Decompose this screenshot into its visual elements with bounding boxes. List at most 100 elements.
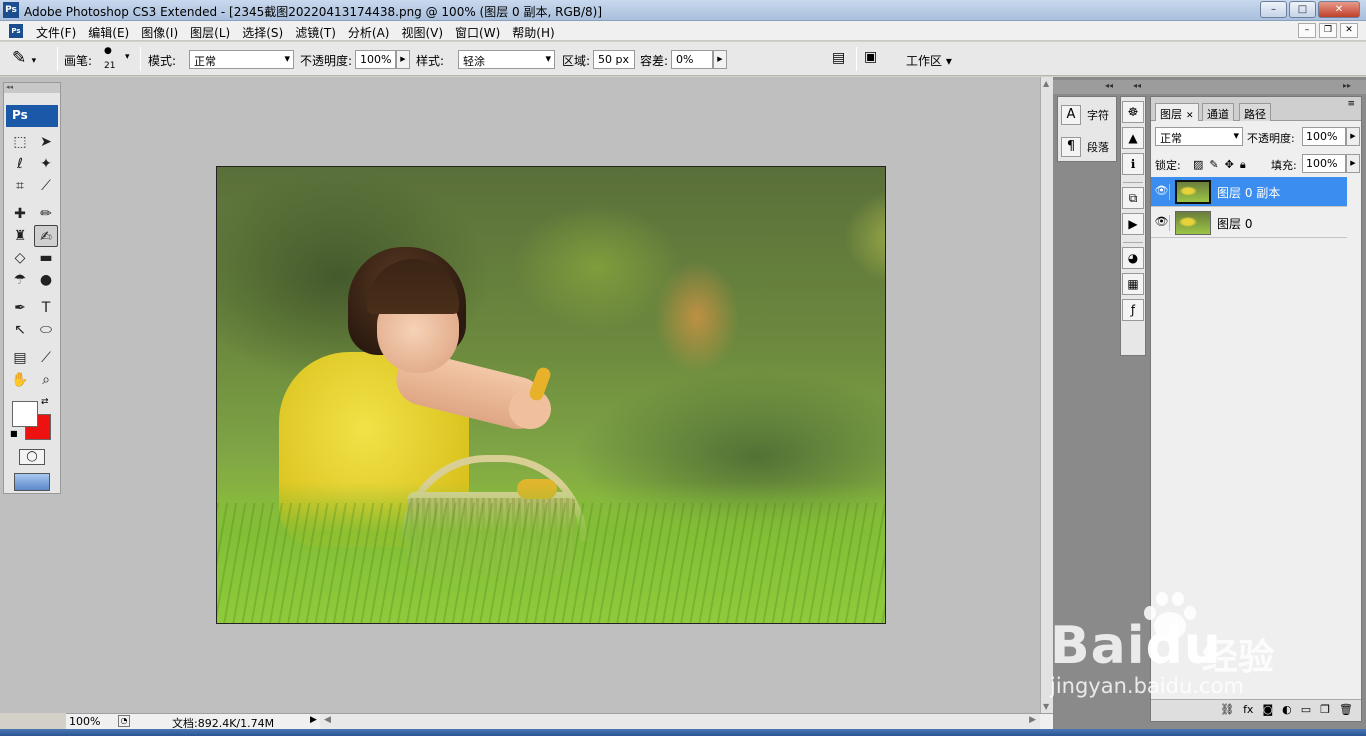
histogram-icon[interactable]: ▲ (1122, 127, 1144, 149)
lock-all-icon[interactable]: 🔒︎ (1240, 158, 1246, 172)
type-tool-icon[interactable]: T (34, 297, 58, 319)
maximize-button[interactable]: □ (1289, 1, 1316, 18)
opacity-input[interactable]: 100% (355, 50, 396, 69)
tab-layers[interactable]: 图层 ✕ (1155, 103, 1199, 121)
zoom-level[interactable]: 100% (69, 715, 100, 728)
scroll-right-icon[interactable]: ▶ (1029, 715, 1036, 725)
close-tab-icon[interactable]: ✕ (1186, 111, 1194, 121)
status-preview-icon[interactable]: ◔ (118, 715, 130, 727)
menu-layer[interactable]: 图层(L) (184, 24, 236, 41)
navigator-icon[interactable]: ☸ (1122, 101, 1144, 123)
eraser-tool-icon[interactable]: ◇ (8, 247, 32, 269)
layer-opacity-slider-button[interactable]: ▶ (1346, 127, 1360, 146)
lock-pixels-icon[interactable]: ✎ (1209, 158, 1218, 172)
marquee-tool-icon[interactable]: ⬚ (8, 131, 32, 153)
lasso-tool-icon[interactable]: ℓ (8, 153, 32, 175)
healing-brush-tool-icon[interactable]: ✚ (8, 203, 32, 225)
eyedropper-tool-icon[interactable]: ⟋ (34, 347, 58, 369)
move-tool-icon[interactable]: ➤ (34, 131, 58, 153)
zoom-tool-icon[interactable]: ⌕ (34, 369, 58, 391)
dodge-tool-icon[interactable]: ● (34, 269, 58, 291)
document-icon[interactable]: Ps (9, 24, 23, 38)
color-icon[interactable]: ◕ (1122, 247, 1144, 269)
menu-select[interactable]: 选择(S) (236, 24, 289, 41)
close-button[interactable]: ✕ (1318, 1, 1360, 18)
doc-restore-button[interactable]: ❐ (1319, 23, 1337, 38)
dock2-collapse-icon[interactable]: ◂◂ (1133, 81, 1141, 90)
lock-position-icon[interactable]: ✥ (1225, 158, 1234, 172)
notes-tool-icon[interactable]: ▤ (8, 347, 32, 369)
default-colors-icon[interactable]: ■ (10, 429, 18, 438)
bridge-icon[interactable]: ▣ (864, 49, 877, 65)
fill-input[interactable]: 100% (1302, 154, 1346, 173)
layer-row-base[interactable]: 👁︎ 图层 0 (1151, 208, 1347, 238)
hand-tool-icon[interactable]: ✋ (8, 369, 32, 391)
path-selection-tool-icon[interactable]: ↖ (8, 319, 32, 341)
palette-well-icon[interactable]: ▤ (832, 50, 845, 66)
doc-close-button[interactable]: ✕ (1340, 23, 1358, 38)
tolerance-slider-button[interactable]: ▶ (713, 50, 727, 69)
scroll-down-icon[interactable]: ▼ (1043, 702, 1049, 711)
doc-minimize-button[interactable]: – (1298, 23, 1316, 38)
brush-picker-chevron-icon[interactable]: ▾ (125, 52, 130, 62)
menu-file[interactable]: 文件(F) (30, 24, 82, 41)
clone-stamp-tool-icon[interactable]: ♜ (8, 225, 32, 247)
screen-mode-button[interactable] (14, 473, 50, 491)
blend-mode-select[interactable]: 正常 (1155, 127, 1243, 146)
dock-collapse-icon[interactable]: ◂◂ (1105, 81, 1113, 90)
document-canvas[interactable] (216, 166, 886, 624)
layer-opacity-input[interactable]: 100% (1302, 127, 1346, 146)
smudge-tool-icon[interactable]: ✎ ▾ (12, 48, 48, 70)
dock3-expand-icon[interactable]: ▸▸ (1343, 81, 1351, 90)
lock-transparency-icon[interactable]: ▨ (1193, 158, 1203, 172)
tab-channels[interactable]: 通道 (1202, 103, 1234, 121)
character-panel-button[interactable]: A 字符 (1058, 101, 1116, 129)
smudge-tool-icon[interactable]: ✍ (34, 225, 58, 247)
status-menu-arrow-icon[interactable]: ▶ (310, 715, 317, 725)
actions-icon[interactable]: ▶ (1122, 213, 1144, 235)
mode-select[interactable]: 正常 (189, 50, 294, 69)
visibility-eye-icon[interactable]: 👁︎ (1154, 215, 1170, 231)
brush-tool-icon[interactable]: ✏ (34, 203, 58, 225)
brush-preview-icon[interactable]: ● (104, 46, 112, 56)
minimize-button[interactable]: – (1260, 1, 1287, 18)
horizontal-scrollbar[interactable]: ◀ ▶ (320, 713, 1040, 729)
menu-analysis[interactable]: 分析(A) (342, 24, 396, 41)
slice-tool-icon[interactable]: ⟋ (34, 175, 58, 197)
menu-window[interactable]: 窗口(W) (449, 24, 506, 41)
scroll-left-icon[interactable]: ◀ (324, 715, 331, 725)
swatches-icon[interactable]: ▦ (1122, 273, 1144, 295)
crop-tool-icon[interactable]: ⌗ (8, 175, 32, 197)
menu-view[interactable]: 视图(V) (395, 24, 449, 41)
scroll-up-icon[interactable]: ▲ (1043, 79, 1049, 88)
gradient-tool-icon[interactable]: ▬ (34, 247, 58, 269)
visibility-eye-icon[interactable]: 👁︎ (1154, 184, 1170, 200)
tab-paths[interactable]: 路径 (1239, 103, 1271, 121)
opacity-slider-button[interactable]: ▶ (396, 50, 410, 69)
magic-wand-tool-icon[interactable]: ✦ (34, 153, 58, 175)
swap-colors-icon[interactable]: ⇄ (41, 397, 49, 407)
workspace-menu-button[interactable]: 工作区 ▾ (906, 52, 952, 69)
pen-tool-icon[interactable]: ✒ (8, 297, 32, 319)
toolbox-collapse-icon[interactable]: ◂◂ (4, 83, 60, 93)
layer-thumbnail[interactable] (1175, 180, 1211, 204)
toolbox-ps-logo[interactable]: Ps (6, 105, 58, 127)
menu-filter[interactable]: 滤镜(T) (289, 24, 342, 41)
menu-edit[interactable]: 编辑(E) (82, 24, 135, 41)
paragraph-panel-button[interactable]: ¶ 段落 (1058, 133, 1116, 161)
panel-menu-icon[interactable]: ≡ (1347, 99, 1355, 109)
menu-help[interactable]: 帮助(H) (506, 24, 560, 41)
layer-thumbnail[interactable] (1175, 211, 1211, 235)
history-icon[interactable]: ⧉ (1122, 187, 1144, 209)
layer-row-copy[interactable]: 👁︎ 图层 0 副本 (1151, 177, 1347, 207)
quick-mask-button[interactable]: ◯ (19, 449, 45, 465)
style-select[interactable]: 轻涂 (458, 50, 555, 69)
tolerance-input[interactable]: 0% (671, 50, 713, 69)
ellipse-tool-icon[interactable]: ⬭ (34, 319, 58, 341)
fill-slider-button[interactable]: ▶ (1346, 154, 1360, 173)
styles-icon[interactable]: ƒ (1122, 299, 1144, 321)
blur-tool-icon[interactable]: ☂ (8, 269, 32, 291)
info-icon[interactable]: ℹ (1122, 153, 1144, 175)
menu-image[interactable]: 图像(I) (135, 24, 184, 41)
foreground-color-swatch[interactable] (12, 401, 38, 427)
